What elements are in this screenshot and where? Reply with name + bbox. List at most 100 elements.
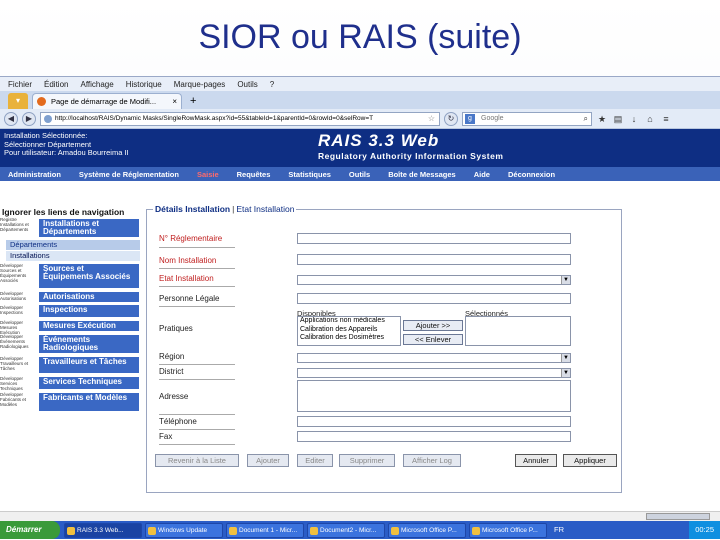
menu-marque-pages[interactable]: Marque-pages	[174, 80, 226, 89]
menu-saisie[interactable]: Saisie	[197, 170, 219, 179]
overflow-menu-icon[interactable]: ≡	[660, 113, 672, 125]
afficher-log-button[interactable]: Afficher Log	[403, 454, 461, 467]
menu-aide[interactable]: ?	[270, 80, 274, 89]
scroll-thumb[interactable]	[646, 513, 710, 520]
numero-reglementaire-input[interactable]	[297, 233, 571, 244]
list-item[interactable]: Calibration des Dosimètres	[300, 334, 400, 343]
nav-travailleurs-taches[interactable]: Travailleurs et Tâches	[38, 356, 140, 374]
mesures-expand-link[interactable]: Développer Mesures Exécution	[0, 320, 38, 335]
menu-fichier[interactable]: Fichier	[8, 80, 32, 89]
telephone-input[interactable]	[297, 416, 571, 427]
nav-autorisations[interactable]: Autorisations	[38, 291, 140, 303]
appliquer-button[interactable]: Appliquer	[563, 454, 617, 467]
menu-deconnexion[interactable]: Déconnexion	[508, 170, 555, 179]
url-bar[interactable]: http://localhost/RAIS/Dynamic Masks/Sing…	[40, 111, 440, 126]
menu-outils[interactable]: Outils	[237, 80, 257, 89]
search-placeholder: Google	[481, 114, 504, 122]
sources-expand-link[interactable]: Développer Sources et Équipements Associ…	[0, 263, 38, 283]
app-header: Installation Sélectionnée: Sélectionner …	[0, 129, 720, 167]
taskbar-item[interactable]: Microsoft Office P...	[469, 522, 547, 538]
fax-input[interactable]	[297, 431, 571, 442]
menu-aide-app[interactable]: Aide	[474, 170, 490, 179]
reader-icon[interactable]: ▤	[612, 113, 624, 125]
search-input[interactable]: g Google ⌕	[462, 111, 592, 126]
menu-affichage[interactable]: Affichage	[80, 80, 113, 89]
selectionnees-listbox[interactable]	[465, 316, 571, 346]
etat-installation-select[interactable]: ▼	[297, 275, 571, 285]
district-select[interactable]: ▼	[297, 368, 571, 378]
tab-details-installation[interactable]: Détails Installation	[155, 204, 230, 214]
installations-expand-link[interactable]: Registre Installations et Départements	[0, 217, 38, 232]
autorisations-expand-link[interactable]: Développer Autorisations	[0, 291, 38, 301]
bookmark-star-icon[interactable]: ☆	[428, 113, 435, 125]
clock[interactable]: 00:25	[695, 521, 714, 539]
nav-installations-departements[interactable]: Installations et Départements	[38, 218, 140, 238]
nom-installation-input[interactable]	[297, 254, 571, 265]
back-icon[interactable]: ◀	[4, 111, 18, 126]
start-button[interactable]: Démarrer	[0, 521, 60, 539]
services-expand-link[interactable]: Développer Services Techniques	[0, 376, 38, 391]
taskbar-item[interactable]: RAIS 3.3 Web...	[64, 522, 142, 538]
menu-outils-app[interactable]: Outils	[349, 170, 370, 179]
horizontal-scrollbar[interactable]	[0, 511, 720, 521]
nav-services-techniques[interactable]: Services Techniques	[38, 376, 140, 390]
tab-separator: |	[232, 204, 235, 214]
disponibles-listbox[interactable]: Applications non médicales Calibration d…	[297, 316, 401, 346]
taskbar-item[interactable]: Document 1 - Micr...	[226, 522, 304, 538]
forward-icon[interactable]: ▶	[22, 111, 36, 126]
user-line: Pour utilisateur: Amadou Bourreima II	[4, 148, 129, 157]
nav-installations[interactable]: Installations	[6, 251, 140, 261]
revenir-liste-button[interactable]: Revenir à la Liste	[155, 454, 239, 467]
skip-nav-link[interactable]: Ignorer les liens de navigation	[0, 207, 142, 217]
taskbar-item[interactable]: Document2 - Micr...	[307, 522, 385, 538]
list-item[interactable]: Applications non médicales	[300, 317, 400, 326]
enlever-button[interactable]: << Enlever	[403, 334, 463, 345]
powerpoint-icon	[472, 526, 480, 535]
annuler-button[interactable]: Annuler	[515, 454, 557, 467]
label-adresse: Adresse	[159, 392, 189, 401]
menu-statistiques[interactable]: Statistiques	[288, 170, 331, 179]
menu-systeme-reglementation[interactable]: Système de Réglementation	[79, 170, 179, 179]
language-indicator[interactable]: FR	[550, 521, 568, 539]
taskbar-item[interactable]: Windows Update	[145, 522, 223, 538]
new-tab-icon[interactable]: +	[186, 93, 200, 109]
evenements-expand-link[interactable]: Développer Événements Radiologiques	[0, 334, 38, 349]
nav-inspections[interactable]: Inspections	[38, 304, 140, 318]
download-icon[interactable]: ↓	[628, 113, 640, 125]
nav-sources-equipements[interactable]: Sources et Équipements Associés	[38, 263, 140, 289]
menu-edition[interactable]: Édition	[44, 80, 68, 89]
adresse-textarea[interactable]	[297, 380, 571, 412]
supprimer-button[interactable]: Supprimer	[339, 454, 395, 467]
label-personne-legale: Personne Légale	[159, 294, 220, 303]
ajouter-button[interactable]: Ajouter >>	[403, 320, 463, 331]
home-icon[interactable]: ⌂	[644, 113, 656, 125]
menu-boite-messages[interactable]: Boîte de Messages	[388, 170, 456, 179]
tab-title: Page de démarrage de Modifi...	[51, 97, 157, 106]
firefox-menu-icon[interactable]: ▾	[8, 93, 28, 109]
list-item[interactable]: Calibration des Appareils	[300, 326, 400, 335]
editer-button[interactable]: Editer	[297, 454, 333, 467]
bookmarks-icon[interactable]: ★	[596, 113, 608, 125]
region-select[interactable]: ▼	[297, 353, 571, 363]
ajouter-action-button[interactable]: Ajouter	[247, 454, 289, 467]
nav-departements[interactable]: Départements	[6, 240, 140, 250]
menu-historique[interactable]: Historique	[126, 80, 162, 89]
nav-fabricants-modeles[interactable]: Fabricants et Modèles	[38, 392, 140, 412]
divider	[159, 429, 235, 430]
form-panel: Détails Installation | Etat Installation N…	[146, 204, 622, 493]
personne-legale-input[interactable]	[297, 293, 571, 304]
browser-tab[interactable]: Page de démarrage de Modifi... ×	[32, 93, 182, 109]
nav-evenements-radiologiques[interactable]: Événements Radiologiques	[38, 334, 140, 354]
menu-requetes[interactable]: Requêtes	[237, 170, 271, 179]
search-icon[interactable]: ⌕	[584, 113, 588, 125]
fabricants-expand-link[interactable]: Développer Fabricants et Modèles	[0, 392, 38, 407]
travailleurs-expand-link[interactable]: Développer Travailleurs et Tâches	[0, 356, 38, 371]
tab-etat-installation[interactable]: Etat Installation	[236, 204, 294, 214]
reload-icon[interactable]: ↻	[444, 111, 458, 126]
menu-administration[interactable]: Administration	[8, 170, 61, 179]
inspections-expand-link[interactable]: Développer Inspections	[0, 305, 38, 315]
taskbar-item[interactable]: Microsoft Office P...	[388, 522, 466, 538]
nav-mesures-execution[interactable]: Mesures Exécution	[38, 320, 140, 332]
taskbar-item-label: Microsoft Office P...	[482, 526, 538, 534]
close-tab-icon[interactable]: ×	[172, 94, 177, 109]
